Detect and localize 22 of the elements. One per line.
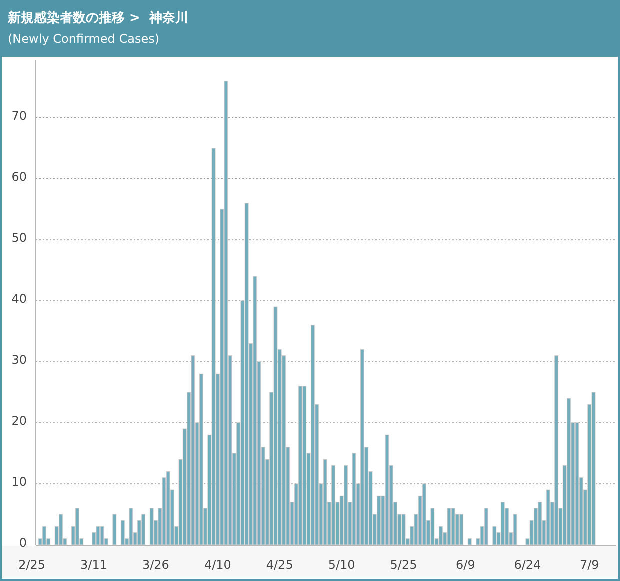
x-tick-label: 6/24 xyxy=(514,558,542,572)
x-tick-label: 3/26 xyxy=(142,558,170,572)
x-tick-label: 6/9 xyxy=(456,558,476,572)
y-tick-label: 70 xyxy=(12,108,27,123)
x-tick-label: 4/10 xyxy=(204,558,232,572)
x-tick-label: 3/11 xyxy=(80,558,108,572)
x-tick-label: 7/9 xyxy=(580,558,600,572)
y-tick-label: 50 xyxy=(12,230,27,245)
x-tick-label: 2/25 xyxy=(18,558,46,572)
y-tick-label: 20 xyxy=(12,414,27,428)
y-tick-label: 0 xyxy=(19,536,27,550)
x-tick-label: 5/10 xyxy=(328,558,356,572)
bar xyxy=(468,538,472,546)
y-tick-label: 40 xyxy=(12,292,27,306)
y-tick-label: 60 xyxy=(12,170,27,184)
x-tick-label: 5/25 xyxy=(390,558,418,572)
y-tick-label: 30 xyxy=(12,352,27,367)
y-tick-label: 10 xyxy=(12,475,27,489)
x-tick-label: 4/25 xyxy=(266,558,294,572)
bar xyxy=(112,514,117,546)
chart-subtitle: (Newly Confirmed Cases) xyxy=(8,31,161,48)
chart-title: 新規感染者数の推移 > 神奈川 xyxy=(8,10,190,28)
